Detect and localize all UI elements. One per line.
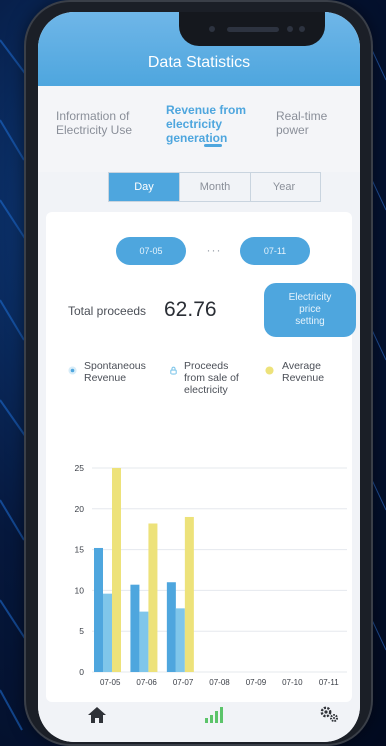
total-proceeds-value: 62.76	[164, 298, 217, 321]
x-tick-label: 07-06	[136, 678, 157, 687]
y-tick-label: 10	[75, 585, 85, 595]
period-day-button[interactable]: Day	[109, 173, 179, 201]
tab-revenue-from-electricity-generation[interactable]: Revenue from electricity generation	[166, 103, 246, 145]
bar-07-07-series-2	[184, 516, 194, 672]
bar-07-06-series-2	[148, 523, 158, 672]
x-tick-label: 07-11	[319, 678, 339, 687]
period-year-button[interactable]: Year	[249, 173, 319, 201]
legend-average-revenue: Average Revenue	[282, 360, 325, 384]
phone-notch	[179, 12, 325, 46]
bar-07-07-series-1	[175, 608, 185, 672]
start-date-picker[interactable]: 07-05	[116, 237, 186, 265]
end-date-picker[interactable]: 07-11	[240, 237, 310, 265]
home-icon[interactable]	[87, 706, 107, 724]
x-tick-label: 07-09	[246, 678, 267, 687]
y-tick-label: 0	[79, 667, 84, 677]
y-tick-label: 5	[79, 626, 84, 636]
x-tick-label: 07-07	[173, 678, 194, 687]
total-proceeds-label: Total proceeds	[68, 304, 147, 318]
screen-content: Data Statistics Information of Electrici…	[38, 12, 360, 742]
bar-07-07-series-0	[166, 582, 176, 672]
y-tick-label: 25	[75, 463, 85, 473]
revenue-bar-chart: 0 5 10 15 20 25 07-05 07-06 07-07 07-08 07-09 07-10…	[75, 463, 347, 687]
bar-07-05-series-1	[103, 593, 112, 672]
legend-spontaneous-revenue: Spontaneous Revenue	[84, 360, 146, 384]
y-tick-label: 15	[75, 545, 85, 555]
tab-information-of-electricity-use[interactable]: Information of Electricity Use	[56, 109, 132, 137]
date-range-separator: ···	[206, 243, 222, 257]
lock-icon	[170, 366, 177, 375]
x-tick-label: 07-10	[282, 678, 303, 687]
tab-real-time-power[interactable]: Real-time power	[276, 109, 327, 137]
electricity-price-setting-button[interactable]: Electricity price setting	[264, 283, 356, 337]
bar-07-05-series-2	[112, 468, 121, 672]
bar-07-06-series-1	[139, 611, 149, 672]
y-tick-label: 20	[75, 504, 85, 514]
x-tick-label: 07-05	[100, 678, 121, 687]
bar-07-06-series-0	[130, 584, 140, 672]
bar-07-05-series-0	[94, 547, 103, 672]
gear-icon[interactable]	[318, 704, 340, 724]
dot-icon	[265, 366, 274, 375]
active-tab-indicator	[204, 144, 222, 147]
target-icon	[68, 366, 77, 375]
legend-proceeds-from-sale: Proceeds from sale of electricity	[184, 360, 239, 396]
x-tick-label: 07-08	[209, 678, 230, 687]
period-month-button[interactable]: Month	[179, 173, 251, 201]
page-title: Data Statistics	[147, 54, 251, 71]
bar-chart-icon[interactable]	[204, 707, 224, 723]
